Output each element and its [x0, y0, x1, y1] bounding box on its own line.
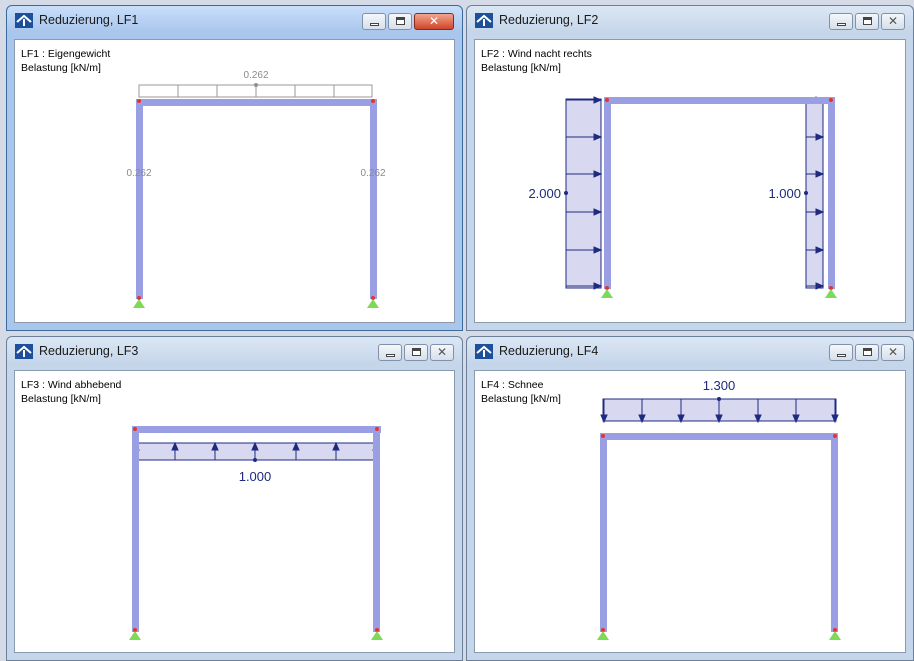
frame-diagram: 1.300 — [597, 378, 841, 640]
minimize-button[interactable] — [829, 13, 853, 30]
support-right — [367, 299, 379, 308]
title-bar[interactable]: Reduzierung, LF1 ✕ — [7, 6, 462, 36]
support-left — [133, 299, 145, 308]
support-right — [371, 631, 383, 640]
support-left — [601, 289, 613, 298]
window-lf2[interactable]: Reduzierung, LF2 ✕ LF2 : Wind nacht rech… — [466, 5, 914, 331]
title-bar[interactable]: Reduzierung, LF3 ✕ — [7, 337, 462, 367]
app-icon — [475, 344, 493, 359]
minimize-button[interactable] — [362, 13, 386, 30]
close-button[interactable]: ✕ — [881, 13, 905, 30]
beam — [136, 99, 372, 106]
minimize-icon — [837, 23, 846, 26]
right-column-load-value: 0.262 — [360, 168, 385, 179]
beam — [604, 97, 832, 104]
minimize-button[interactable] — [378, 344, 402, 361]
right-column — [831, 433, 838, 632]
right-wind-load — [805, 98, 824, 289]
frame-diagram: 0.262 0.262 0.262 — [126, 70, 386, 308]
maximize-icon — [863, 348, 872, 356]
window-lf4[interactable]: Reduzierung, LF4 ✕ LF4 : Schnee Belastun… — [466, 336, 914, 661]
window-lf3[interactable]: Reduzierung, LF3 ✕ LF3 : Wind abhebend B… — [6, 336, 463, 661]
app-icon — [475, 13, 493, 28]
maximize-button[interactable] — [855, 13, 879, 30]
frame-diagram: 1.000 — [129, 426, 383, 640]
graphic-area[interactable]: LF2 : Wind nacht rechts Belastung [kN/m] — [474, 39, 906, 323]
close-icon: ✕ — [887, 14, 899, 28]
window-lf1[interactable]: Reduzierung, LF1 ✕ LF1 : Eigengewicht Be… — [6, 5, 463, 331]
title-bar[interactable]: Reduzierung, LF2 ✕ — [467, 6, 913, 36]
support-left — [129, 631, 141, 640]
left-column — [136, 99, 143, 299]
minimize-icon — [370, 23, 379, 26]
close-icon: ✕ — [887, 345, 899, 359]
minimize-button[interactable] — [829, 344, 853, 361]
maximize-icon — [412, 348, 421, 356]
graphic-area[interactable]: LF3 : Wind abhebend Belastung [kN/m] 1.0… — [14, 370, 455, 653]
left-load-value: 2.000 — [528, 186, 561, 201]
beam-load-value: 1.000 — [239, 469, 272, 484]
frame-diagram: 2.000 1.000 — [528, 96, 837, 298]
beam — [600, 433, 838, 440]
close-button[interactable]: ✕ — [881, 344, 905, 361]
support-left — [597, 631, 609, 640]
close-icon: ✕ — [428, 14, 440, 28]
maximize-button[interactable] — [388, 13, 412, 30]
right-column — [828, 97, 835, 289]
right-column — [373, 426, 380, 632]
right-load-value: 1.000 — [768, 186, 801, 201]
beam-load-value: 0.262 — [243, 70, 268, 81]
graphic-area[interactable]: LF1 : Eigengewicht Belastung [kN/m] 0.26… — [14, 39, 455, 323]
support-right — [829, 631, 841, 640]
close-icon: ✕ — [436, 345, 448, 359]
close-button[interactable]: ✕ — [414, 13, 454, 30]
maximize-button[interactable] — [855, 344, 879, 361]
beam — [132, 426, 381, 433]
close-button[interactable]: ✕ — [430, 344, 454, 361]
window-title: Reduzierung, LF1 — [39, 13, 139, 27]
beam-load-value: 1.300 — [703, 378, 736, 393]
graphic-area[interactable]: LF4 : Schnee Belastung [kN/m] 1.300 — [474, 370, 906, 653]
left-wind-load — [565, 98, 602, 289]
support-right — [825, 289, 837, 298]
left-column — [604, 97, 611, 289]
minimize-icon — [386, 354, 395, 357]
maximize-icon — [396, 17, 405, 25]
window-title: Reduzierung, LF2 — [499, 13, 599, 27]
right-column — [370, 99, 377, 299]
app-icon — [15, 13, 33, 28]
left-column-load-value: 0.262 — [126, 168, 151, 179]
window-title: Reduzierung, LF3 — [39, 344, 139, 358]
left-column — [600, 433, 607, 632]
app-icon — [15, 344, 33, 359]
title-bar[interactable]: Reduzierung, LF4 ✕ — [467, 337, 913, 367]
left-column — [132, 426, 139, 632]
maximize-icon — [863, 17, 872, 25]
maximize-button[interactable] — [404, 344, 428, 361]
window-title: Reduzierung, LF4 — [499, 344, 599, 358]
minimize-icon — [837, 354, 846, 357]
